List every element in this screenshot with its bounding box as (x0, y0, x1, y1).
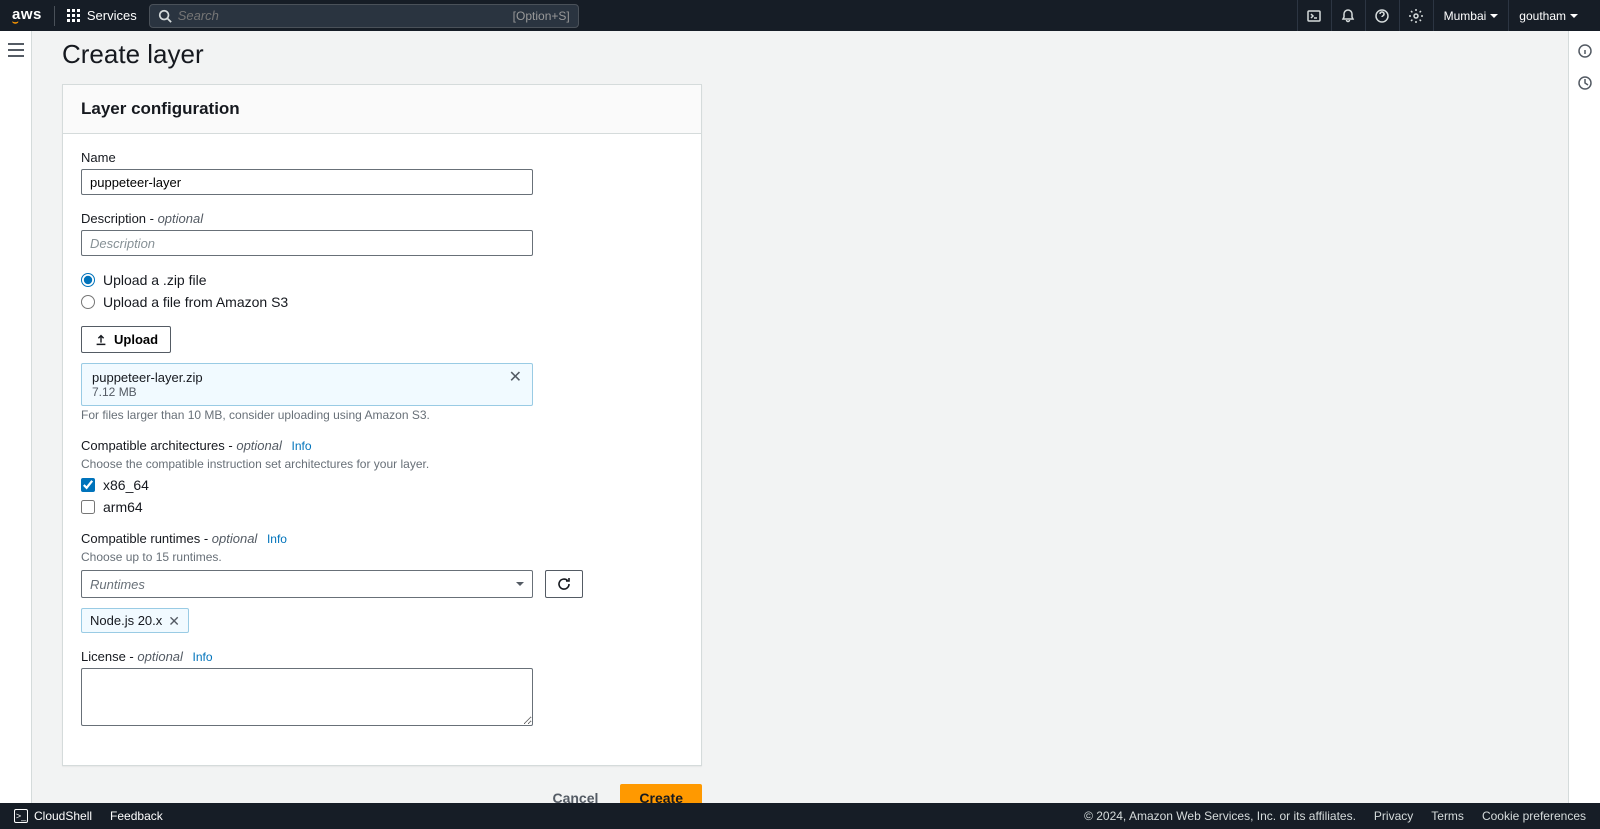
caret-down-icon (1570, 14, 1578, 18)
create-button[interactable]: Create (620, 784, 702, 803)
hamburger-icon[interactable] (8, 43, 24, 57)
refresh-icon (556, 576, 572, 592)
cloudshell-icon[interactable] (1297, 0, 1331, 31)
runtimes-hint: Choose up to 15 runtimes. (81, 550, 683, 564)
notifications-icon[interactable] (1331, 0, 1365, 31)
upload-s3-label: Upload a file from Amazon S3 (103, 294, 288, 310)
arm64-checkbox[interactable] (81, 500, 95, 514)
search-icon (158, 9, 172, 23)
cancel-button[interactable]: Cancel (542, 784, 608, 803)
upload-button[interactable]: Upload (81, 326, 171, 353)
remove-runtime-icon[interactable]: ✕ (168, 614, 180, 628)
footer: >_ CloudShell Feedback © 2024, Amazon We… (0, 803, 1600, 829)
x86-checkbox[interactable] (81, 478, 95, 492)
arch-info-link[interactable]: Info (292, 439, 312, 453)
region-selector[interactable]: Mumbai (1433, 0, 1509, 31)
arch-label: Compatible architectures - optional Info (81, 438, 683, 453)
file-chosen: puppeteer-layer.zip 7.12 MB ✕ (81, 363, 533, 406)
runtime-token-label: Node.js 20.x (90, 613, 162, 628)
file-name: puppeteer-layer.zip (92, 370, 203, 385)
name-input[interactable] (81, 169, 533, 195)
page-title: Create layer (62, 39, 1568, 70)
right-rail (1568, 31, 1600, 803)
main-content: Create layer Layer configuration Name De… (32, 31, 1568, 803)
refresh-runtimes-button[interactable] (545, 570, 583, 598)
privacy-link[interactable]: Privacy (1374, 809, 1413, 823)
aws-logo[interactable]: aws ⌣ (12, 6, 42, 25)
tools-panel-icon[interactable] (1577, 75, 1593, 91)
cloudshell-button[interactable]: >_ CloudShell (14, 809, 92, 823)
arch-hint: Choose the compatible instruction set ar… (81, 457, 683, 471)
cloudshell-icon: >_ (14, 809, 28, 823)
upload-zip-radio[interactable] (81, 273, 95, 287)
license-info-link[interactable]: Info (193, 650, 213, 664)
name-label: Name (81, 150, 683, 165)
license-label: License - optional Info (81, 649, 683, 664)
panel-header: Layer configuration (63, 85, 701, 134)
upload-icon (94, 333, 108, 347)
runtime-token: Node.js 20.x ✕ (81, 608, 189, 633)
runtimes-label: Compatible runtimes - optional Info (81, 531, 683, 546)
description-label: Description - optional (81, 211, 683, 226)
region-label: Mumbai (1444, 9, 1487, 23)
terms-link[interactable]: Terms (1431, 809, 1464, 823)
runtimes-info-link[interactable]: Info (267, 532, 287, 546)
nav-separator (54, 6, 55, 26)
arm64-label: arm64 (103, 499, 143, 515)
user-label: goutham (1519, 9, 1566, 23)
grid-icon (67, 9, 81, 23)
description-input[interactable] (81, 230, 533, 256)
runtimes-select[interactable]: Runtimes (81, 570, 533, 598)
file-hint: For files larger than 10 MB, consider up… (81, 408, 683, 422)
remove-file-icon[interactable]: ✕ (509, 370, 522, 386)
global-nav: aws ⌣ Services [Option+S] Mumbai goutham (0, 0, 1600, 31)
help-icon[interactable] (1365, 0, 1399, 31)
copyright: © 2024, Amazon Web Services, Inc. or its… (1084, 809, 1356, 823)
settings-icon[interactable] (1399, 0, 1433, 31)
form-actions: Cancel Create (62, 784, 702, 803)
left-rail (0, 31, 32, 803)
caret-down-icon (516, 582, 524, 586)
search-input[interactable] (178, 8, 513, 23)
license-textarea[interactable] (81, 668, 533, 726)
info-panel-icon[interactable] (1577, 43, 1593, 59)
services-menu[interactable]: Services (67, 8, 137, 23)
x86-label: x86_64 (103, 477, 149, 493)
panel-title: Layer configuration (81, 99, 683, 119)
layer-config-panel: Layer configuration Name Description - o… (62, 84, 702, 766)
upload-button-label: Upload (114, 332, 158, 347)
upload-s3-radio[interactable] (81, 295, 95, 309)
runtimes-placeholder: Runtimes (90, 577, 145, 592)
caret-down-icon (1490, 14, 1498, 18)
search-box[interactable]: [Option+S] (149, 4, 579, 28)
cloudshell-label: CloudShell (34, 809, 92, 823)
services-label: Services (87, 8, 137, 23)
file-size: 7.12 MB (92, 385, 203, 399)
upload-zip-label: Upload a .zip file (103, 272, 207, 288)
cookie-link[interactable]: Cookie preferences (1482, 809, 1586, 823)
feedback-link[interactable]: Feedback (110, 809, 163, 823)
search-shortcut: [Option+S] (513, 9, 570, 23)
user-menu[interactable]: goutham (1508, 0, 1588, 31)
